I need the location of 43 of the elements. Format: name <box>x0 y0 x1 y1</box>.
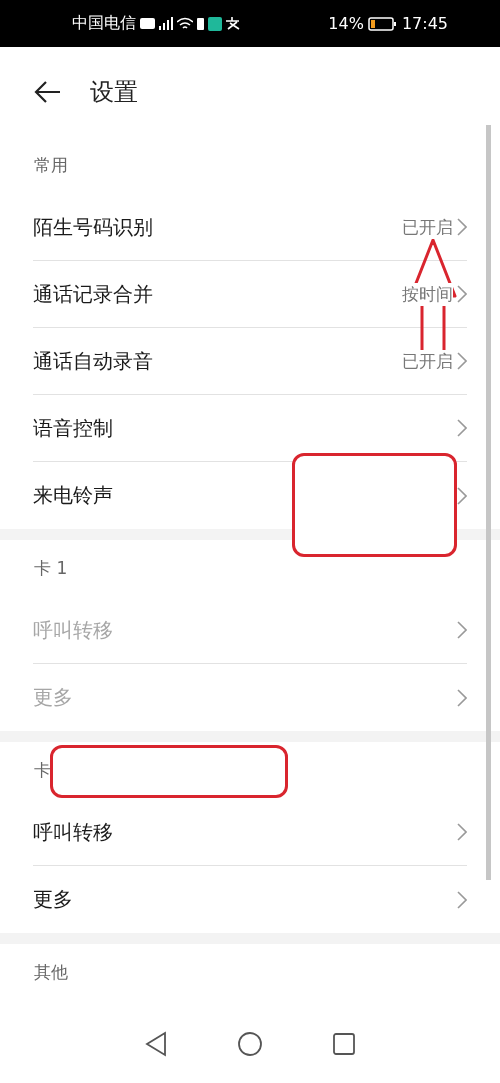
settings-row[interactable]: 来电铃声 <box>33 462 467 529</box>
chevron-icon <box>457 218 467 236</box>
wifi-icon <box>177 17 193 30</box>
back-triangle-icon[interactable] <box>144 1031 169 1057</box>
row-label: 陌生号码识别 <box>33 213 154 241</box>
battery-percent: 14% <box>328 14 364 33</box>
row-label: 呼叫转移 <box>33 616 114 644</box>
pay-notification-icon <box>226 17 240 30</box>
row-value: 已开启 <box>402 215 453 239</box>
row-label: 通话记录合并 <box>33 280 154 308</box>
chevron-icon <box>457 688 467 707</box>
clock-time: 17:45 <box>401 14 448 33</box>
chevron-icon <box>457 419 467 437</box>
chevron-icon <box>457 823 467 841</box>
row-label: 来电铃声 <box>33 482 114 509</box>
row-label: 语音控制 <box>33 414 114 442</box>
row-label: 更多 <box>33 886 74 913</box>
battery-icon <box>367 15 398 32</box>
section-title: 卡 <box>34 759 51 782</box>
row-value: 已开启 <box>402 349 453 373</box>
settings-row[interactable]: 通话自动录音 已开启 <box>33 328 467 395</box>
row-label: 更多 <box>33 684 74 711</box>
settings-row[interactable]: 更多 <box>33 866 467 933</box>
settings-row[interactable]: 呼叫转移 <box>33 799 467 866</box>
row-label: 呼叫转移 <box>33 818 114 846</box>
settings-row[interactable]: 陌生号码识别 已开启 <box>33 194 467 261</box>
row-value: 按时间 <box>402 282 453 306</box>
chevron-icon <box>457 352 467 370</box>
home-circle-icon[interactable] <box>237 1031 263 1057</box>
chevron-icon <box>457 285 467 303</box>
carrier-name: 中国电信 <box>72 13 136 34</box>
section-title: 常用 <box>34 154 68 177</box>
page-title: 设置 <box>90 77 138 108</box>
section-title: 卡 1 <box>34 557 68 580</box>
chevron-icon <box>457 621 467 639</box>
back-arrow-icon[interactable] <box>34 80 62 104</box>
chevron-icon <box>457 486 467 505</box>
section-title: 其他 <box>34 961 68 984</box>
signal-icon <box>159 17 173 30</box>
chevron-icon <box>457 890 467 909</box>
row-label: 通话自动录音 <box>33 347 154 375</box>
recents-square-icon[interactable] <box>331 1032 356 1056</box>
settings-row[interactable]: 通话记录合并 按时间 <box>33 261 467 328</box>
